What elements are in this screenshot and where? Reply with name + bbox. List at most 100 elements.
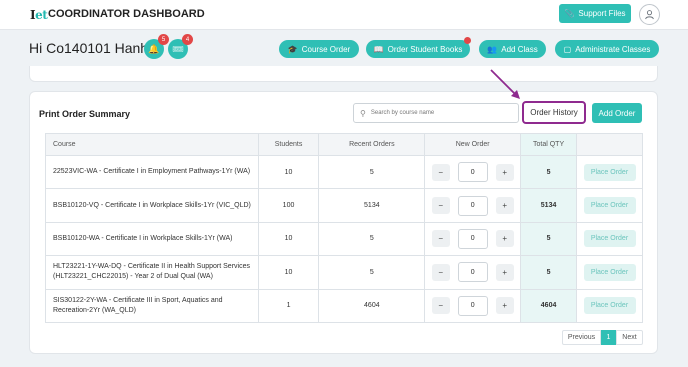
new-order-cell: −0 + — [424, 288, 522, 323]
add-class-label: Add Class — [501, 44, 538, 54]
notifications-badge: 5 — [158, 34, 169, 45]
support-files-label: Support Files — [578, 9, 626, 18]
action-cell: Place Order — [576, 255, 643, 290]
administrate-classes-button[interactable]: ▢ Administrate Classes — [555, 40, 659, 58]
column-header-total-qty: Total QTY — [520, 133, 577, 156]
table-row: HLT23221-1Y-WA-DQ - Certificate II in He… — [45, 255, 643, 290]
place-order-button[interactable]: Place Order — [583, 163, 636, 181]
graduation-cap-icon: 🎓 — [287, 44, 298, 54]
quantity-input[interactable]: 0 — [457, 195, 488, 216]
column-header-action — [576, 133, 643, 156]
quantity-stepper: −0 + — [425, 262, 520, 283]
recent-orders-cell: 5 — [318, 255, 426, 290]
course-cell: HLT23221-1Y-WA-DQ - Certificate II in He… — [45, 255, 259, 290]
increment-button[interactable]: + — [495, 297, 514, 315]
students-cell: 100 — [257, 188, 320, 223]
increment-button[interactable]: + — [495, 263, 514, 281]
bell-icon: 🔔 — [148, 43, 160, 54]
order-history-button[interactable]: Order History — [522, 101, 586, 124]
students-cell: 10 — [257, 255, 320, 290]
search-icon: ⚲ — [360, 108, 366, 118]
add-class-button[interactable]: 👥 Add Class — [479, 40, 546, 58]
course-cell: SIS30122-2Y-WA - Certificate III in Spor… — [45, 288, 259, 323]
total-qty-cell: 4604 — [520, 288, 577, 323]
new-order-cell: −0 + — [424, 221, 522, 257]
total-qty-cell: 5134 — [520, 188, 577, 223]
total-qty-cell: 5 — [520, 221, 577, 257]
logo[interactable]: Iet — [30, 8, 48, 22]
tickets-badge: 4 — [182, 34, 193, 45]
users-icon: 👥 — [487, 44, 498, 54]
table-row: BSB10120-VQ - Certificate I in Workplace… — [45, 188, 643, 223]
place-order-button[interactable]: Place Order — [583, 297, 636, 315]
decrement-button[interactable]: − — [431, 297, 450, 315]
table-row: BSB10120-WA - Certificate I in Workplace… — [45, 221, 643, 257]
column-header-course: Course — [45, 133, 259, 156]
decrement-button[interactable]: − — [431, 163, 450, 181]
app-title: COORDINATOR DASHBOARD — [48, 8, 205, 20]
decrement-button[interactable]: − — [431, 263, 450, 281]
greeting: Hi Co140101 Hanh! — [29, 40, 152, 56]
card-title: Print Order Summary — [39, 109, 131, 119]
action-cell: Place Order — [576, 154, 643, 190]
quantity-stepper: −0 + — [425, 228, 520, 249]
increment-button[interactable]: + — [495, 230, 514, 248]
increment-button[interactable]: + — [495, 197, 514, 215]
quantity-stepper: −0 + — [425, 295, 520, 316]
tickets-button[interactable]: 🎟 4 — [168, 34, 193, 59]
pagination: Previous 1 Next — [562, 330, 643, 345]
recent-orders-cell: 5134 — [318, 188, 426, 223]
recent-orders-cell: 5 — [318, 221, 426, 257]
search-input[interactable]: ⚲ Search by course name — [353, 103, 519, 123]
page-1-button[interactable]: 1 — [601, 330, 616, 345]
place-order-button[interactable]: Place Order — [583, 197, 636, 215]
new-order-cell: −0 + — [424, 154, 522, 190]
column-header-students: Students — [257, 133, 320, 156]
students-cell: 10 — [257, 221, 320, 257]
previous-panel — [29, 66, 658, 82]
course-order-button[interactable]: 🎓 Course Order — [279, 40, 359, 58]
quantity-input[interactable]: 0 — [457, 162, 488, 183]
course-order-label: Course Order — [301, 44, 351, 54]
students-cell: 10 — [257, 154, 320, 190]
print-order-table: Course Students Recent Orders New Order … — [45, 133, 643, 323]
course-cell: 22523VIC-WA - Certificate I in Employmen… — [45, 154, 259, 190]
book-icon: 📖 — [373, 44, 384, 54]
course-cell: BSB10120-VQ - Certificate I in Workplace… — [45, 188, 259, 223]
order-student-books-button[interactable]: 📖 Order Student Books — [366, 37, 471, 58]
search-placeholder: Search by course name — [370, 110, 435, 116]
new-order-cell: −0 + — [424, 188, 522, 223]
quantity-stepper: −0 + — [425, 195, 520, 216]
course-cell: BSB10120-WA - Certificate I in Workplace… — [45, 221, 259, 257]
decrement-button[interactable]: − — [431, 230, 450, 248]
support-files-button[interactable]: 📎 Support Files — [559, 4, 631, 23]
new-order-cell: −0 + — [424, 255, 522, 290]
decrement-button[interactable]: − — [431, 197, 450, 215]
quantity-input[interactable]: 0 — [457, 228, 488, 249]
column-header-new-order: New Order — [424, 133, 522, 156]
recent-orders-cell: 5 — [318, 154, 426, 190]
next-page-button[interactable]: Next — [616, 330, 643, 345]
ticket-icon: 🎟 — [172, 43, 184, 54]
action-cell: Place Order — [576, 288, 643, 323]
notification-dot — [464, 37, 471, 44]
place-order-button[interactable]: Place Order — [583, 263, 636, 281]
previous-page-button[interactable]: Previous — [562, 330, 601, 345]
quantity-stepper: −0 + — [425, 162, 520, 183]
place-order-button[interactable]: Place Order — [583, 230, 636, 248]
total-qty-cell: 5 — [520, 255, 577, 290]
action-cell: Place Order — [576, 221, 643, 257]
cube-icon: ▢ — [563, 44, 572, 54]
increment-button[interactable]: + — [495, 163, 514, 181]
notifications-button[interactable]: 🔔 5 — [144, 34, 169, 59]
avatar[interactable] — [639, 4, 660, 25]
students-cell: 1 — [257, 288, 320, 323]
action-cell: Place Order — [576, 188, 643, 223]
quantity-input[interactable]: 0 — [457, 295, 488, 316]
top-bar: Iet COORDINATOR DASHBOARD 📎 Support File… — [0, 0, 688, 30]
quantity-input[interactable]: 0 — [457, 262, 488, 283]
paperclip-icon: 📎 — [564, 9, 575, 18]
table-row: SIS30122-2Y-WA - Certificate III in Spor… — [45, 288, 643, 323]
add-order-button[interactable]: Add Order — [592, 103, 642, 123]
column-header-recent-orders: Recent Orders — [318, 133, 426, 156]
